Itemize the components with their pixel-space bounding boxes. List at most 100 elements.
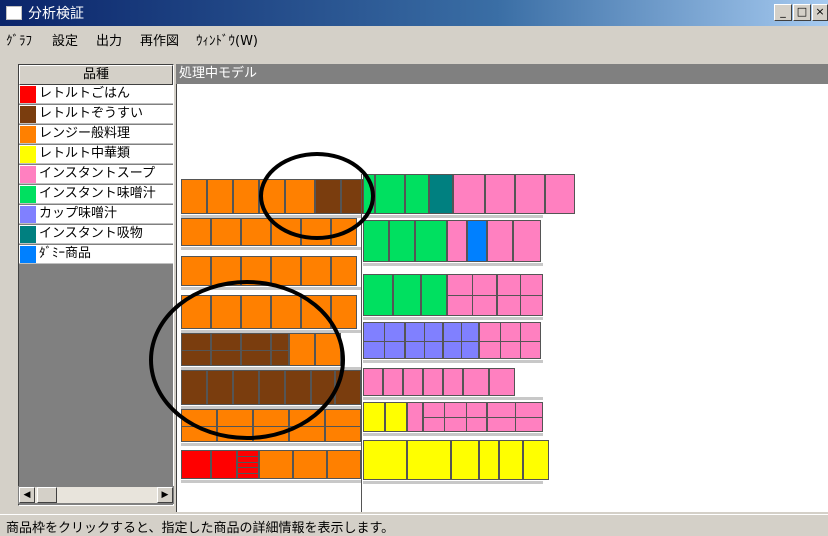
product-facing[interactable] [181, 218, 211, 246]
product-facing[interactable] [293, 450, 327, 479]
legend-item[interactable]: インスタント吸物 [19, 225, 173, 244]
status-bar: 商品枠をクリックすると、指定した商品の詳細情報を表示します。 [0, 514, 828, 536]
product-facing[interactable] [443, 368, 463, 396]
product-facing[interactable] [385, 402, 407, 432]
product-facing[interactable] [515, 174, 545, 214]
product-facing[interactable] [363, 322, 405, 359]
product-facing[interactable] [207, 179, 233, 214]
legend-item[interactable]: レトルト中華類 [19, 145, 173, 164]
product-facing[interactable] [499, 440, 523, 480]
facing-divider [238, 467, 258, 469]
product-facing[interactable] [181, 256, 211, 286]
facing-divider [424, 417, 486, 418]
product-facing[interactable] [325, 409, 361, 442]
product-facing[interactable] [181, 450, 211, 479]
shelf-model-canvas [149, 84, 828, 512]
product-facing[interactable] [327, 450, 361, 479]
legend-item[interactable]: レトルトごはん [19, 85, 173, 104]
product-facing[interactable] [487, 220, 513, 262]
product-facing[interactable] [363, 368, 383, 396]
product-facing[interactable] [375, 174, 405, 214]
scroll-thumb[interactable] [37, 487, 57, 503]
product-facing[interactable] [513, 220, 541, 262]
menu-graph[interactable]: ｸﾞﾗﾌ [6, 30, 32, 49]
gondola-divider [361, 174, 362, 512]
legend-item[interactable]: レトルトぞうすい [19, 105, 173, 124]
legend-panel: 品種 レトルトごはん レトルトぞうすい レンジー般料理 レトルト中華類 インスタ… [18, 64, 174, 506]
product-facing[interactable] [487, 402, 543, 432]
product-facing[interactable] [301, 256, 331, 286]
product-facing[interactable] [363, 220, 389, 262]
legend-header[interactable]: 品種 [19, 65, 173, 85]
menu-bar: ｸﾞﾗﾌ 設定 出力 再作図 ｳｨﾝﾄﾞｳ(W) [0, 26, 828, 49]
close-button[interactable]: × [812, 4, 828, 21]
product-facing[interactable] [447, 274, 497, 316]
maximize-button[interactable]: □ [793, 4, 811, 21]
product-facing[interactable] [331, 256, 357, 286]
product-facing[interactable] [447, 220, 467, 262]
facing-divider [448, 295, 496, 296]
shelf-board [181, 247, 361, 250]
minimize-button[interactable]: _ [774, 4, 792, 21]
legend-swatch [20, 186, 36, 203]
product-facing[interactable] [363, 440, 407, 480]
product-facing[interactable] [421, 274, 447, 316]
product-facing[interactable] [407, 402, 423, 432]
product-facing[interactable] [181, 179, 207, 214]
legend-item[interactable]: ﾀﾞﾐｰ商品 [19, 245, 173, 264]
product-facing[interactable] [497, 274, 543, 316]
product-facing[interactable] [523, 440, 549, 480]
legend-item[interactable]: レンジー般料理 [19, 125, 173, 144]
product-facing[interactable] [211, 218, 241, 246]
menu-output[interactable]: 出力 [96, 30, 122, 49]
title-bar[interactable]: 分析検証 _ □ × [0, 0, 828, 26]
product-facing[interactable] [415, 220, 447, 262]
product-facing[interactable] [405, 322, 443, 359]
product-facing[interactable] [407, 440, 451, 480]
product-facing[interactable] [429, 174, 453, 214]
product-facing[interactable] [383, 368, 403, 396]
product-facing[interactable] [363, 274, 393, 316]
legend-item-label: カップ味噌汁 [39, 206, 118, 221]
product-facing[interactable] [393, 274, 421, 316]
legend-item-label: インスタント吸物 [39, 226, 143, 241]
menu-redraw[interactable]: 再作図 [140, 30, 179, 49]
legend-item[interactable]: インスタントスープ [19, 165, 173, 184]
shelf-board [363, 263, 543, 266]
product-facing[interactable] [467, 220, 487, 262]
product-facing[interactable] [389, 220, 415, 262]
scroll-right-icon[interactable]: ▶ [157, 487, 173, 503]
scroll-left-icon[interactable]: ◀ [19, 487, 35, 503]
legend-swatch [20, 226, 36, 243]
product-facing[interactable] [489, 368, 515, 396]
legend-swatch [20, 146, 36, 163]
legend-hscrollbar[interactable]: ◀ ▶ [18, 486, 174, 504]
product-facing[interactable] [237, 450, 259, 479]
menu-settings[interactable]: 設定 [52, 30, 78, 49]
product-facing[interactable] [463, 368, 489, 396]
product-facing[interactable] [271, 256, 301, 286]
product-facing[interactable] [479, 440, 499, 480]
shelf-board [363, 360, 543, 363]
product-facing[interactable] [363, 402, 385, 432]
product-facing[interactable] [423, 402, 487, 432]
product-facing[interactable] [545, 174, 575, 214]
product-facing[interactable] [423, 368, 443, 396]
facing-divider [480, 340, 540, 342]
product-facing[interactable] [233, 179, 259, 214]
product-facing[interactable] [259, 450, 293, 479]
product-facing[interactable] [451, 440, 479, 480]
product-facing[interactable] [403, 368, 423, 396]
product-facing[interactable] [453, 174, 485, 214]
product-facing[interactable] [241, 218, 271, 246]
product-facing[interactable] [405, 174, 429, 214]
menu-window[interactable]: ｳｨﾝﾄﾞｳ(W) [196, 30, 258, 49]
legend-item[interactable]: インスタント味噌汁 [19, 185, 173, 204]
product-facing[interactable] [443, 322, 479, 359]
legend-item-label: インスタントスープ [39, 166, 155, 181]
product-facing[interactable] [211, 450, 237, 479]
legend-item[interactable]: カップ味噌汁 [19, 205, 173, 224]
product-facing[interactable] [479, 322, 541, 359]
product-facing[interactable] [485, 174, 515, 214]
legend-swatch [20, 86, 36, 103]
